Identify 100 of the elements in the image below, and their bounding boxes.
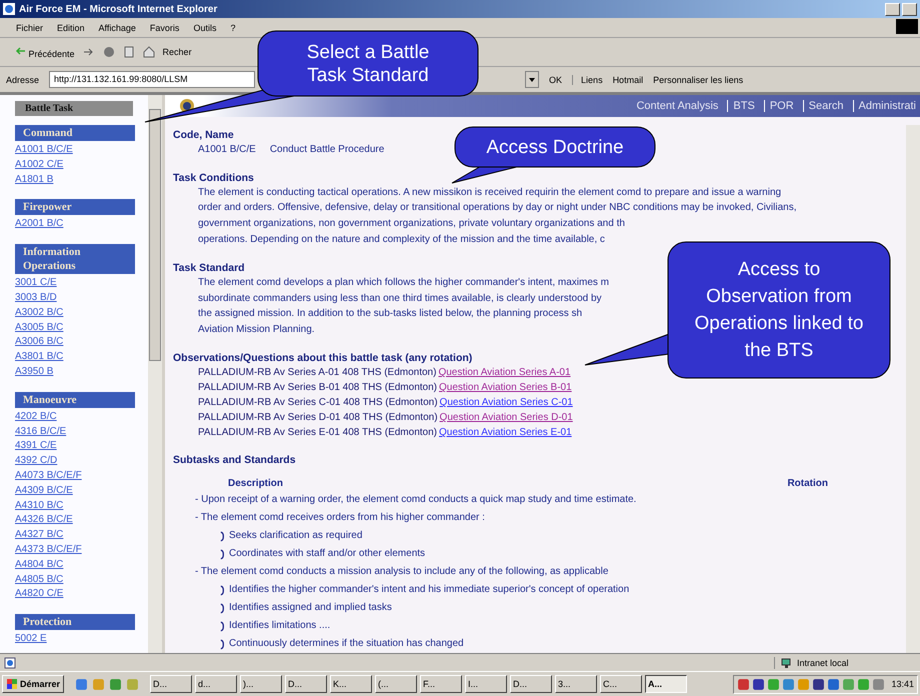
taskbar-button[interactable]: I... [465,675,508,693]
task-link[interactable]: A3005 B/C [15,320,148,336]
menu-item[interactable]: Edition [57,22,85,32]
menu-item[interactable]: ? [230,22,236,32]
task-link[interactable]: 4391 C/E [15,439,148,454]
task-link[interactable]: A3950 B [15,364,148,380]
question-link[interactable]: Question Aviation Series B-01 [439,382,572,393]
task-link[interactable]: A1801 B [15,172,148,188]
scrollbar[interactable] [148,95,162,653]
task-link[interactable]: 3003 B/D [15,290,148,306]
tray-icon[interactable] [752,678,766,690]
observation-source: PALLADIUM-RB Av Series E-01 408 THS (Edmonton) [198,427,437,438]
paragraph-line: government organizations, non government organizations, private voluntary organizations and th [198,217,625,232]
callout-text: Select a Battle Task Standard [306,40,430,86]
caret-icon [528,76,536,84]
task-link[interactable]: A4373 B/C/E/F [15,542,148,558]
category-header: Information Operations [15,244,135,274]
task-link[interactable]: A4820 C/E [15,587,148,602]
taskbar-button[interactable]: A... [645,675,688,693]
nav-link[interactable]: POR [764,100,798,112]
question-link[interactable]: Question Aviation Series C-01 [440,397,573,408]
task-link[interactable]: A1001 B/C/E [15,143,148,158]
tray-icon[interactable] [812,678,826,690]
taskbar-button[interactable]: D... [150,675,192,693]
stop-icon[interactable] [102,46,115,58]
nav-link[interactable]: Content Analysis [636,100,722,112]
task-link[interactable]: A3002 B/C [15,306,148,321]
favorite-link[interactable]: Hotmail [612,74,644,84]
address-field[interactable]: http://131.132.161.99:8080/LLSM [49,71,256,88]
start-button[interactable]: Démarrer [2,675,64,693]
task-link[interactable]: A3801 B/C [15,350,148,365]
taskbar-button[interactable]: K... [330,675,372,693]
menu-item[interactable]: Affichage [98,22,136,32]
subtask-text: Seeks clarification as required [229,529,362,543]
task-link[interactable]: A4327 B/C [15,528,148,543]
taskbar-button[interactable]: d... [195,675,238,693]
address-dropdown[interactable] [525,71,540,88]
maximize-button[interactable] [902,2,917,16]
taskbar-button[interactable]: D... [510,675,552,693]
taskbar-button[interactable]: F... [420,675,462,693]
subtask-text: - Upon receipt of a warning order, the element comd conducts a quick map study and time estimate. [195,493,636,507]
task-link[interactable]: A4804 B/C [15,558,148,573]
tray-icon[interactable] [737,678,750,690]
paragraph-line: operations. Depending on the nature and complexity of the mission and the time available, c [198,233,605,248]
taskbar-button[interactable]: )... [240,675,282,693]
forward-icon[interactable] [82,46,95,58]
go-button[interactable]: OK [549,74,562,84]
battle-task-header: Battle Task [15,101,133,116]
category-header: Command [15,125,135,141]
bullet-icon [220,638,225,650]
task-link[interactable]: A4309 B/C/E [15,484,148,499]
minimize-button[interactable] [885,2,900,16]
task-link[interactable]: A4805 B/C [15,572,148,588]
task-link[interactable]: 5002 E [15,632,148,647]
task-link[interactable]: 4202 B/C [15,410,148,425]
section-heading: Code, Name [173,128,234,142]
favorite-link[interactable]: Personnaliser les liens [653,74,744,84]
menu-item[interactable]: Fichier [16,22,44,32]
task-link[interactable]: 4392 C/D [15,454,148,469]
section-heading: Task Conditions [173,172,254,185]
task-link[interactable]: A1002 C/E [15,158,148,173]
task-link[interactable]: A4073 B/C/E/F [15,468,148,484]
taskbar-button[interactable]: C... [600,675,642,693]
observation-source: PALLADIUM-RB Av Series C-01 408 THS (Edmonton) [198,397,438,408]
nav-link[interactable]: Administrati [852,100,920,112]
question-link[interactable]: Question Aviation Series E-01 [439,427,572,438]
nav-link[interactable]: Search [802,100,848,112]
scrollbar[interactable] [906,125,920,653]
task-link[interactable]: A4326 B/C/E [15,513,148,528]
paragraph-line: The element is conducting tactical operations. A new missikon is received requirin the element comd to prepare and issue a warning [198,186,782,200]
subtask-text: Continuously determines if the situation has changed [229,637,464,651]
question-link[interactable]: Question Aviation Series D-01 [440,412,573,423]
quick-launch-icon[interactable] [92,678,106,690]
observation-source: PALLADIUM-RB Av Series A-01 408 THS (Edmonton) [198,367,436,378]
taskbar-button[interactable]: 3... [555,675,598,693]
task-link[interactable]: A4310 B/C [15,498,148,514]
subtask-text: - The element comd conducts a mission analysis to include any of the following, as applicable [195,565,608,579]
back-arrow-icon [14,45,26,57]
task-link[interactable]: A3006 B/C [15,335,148,350]
question-link[interactable]: Question Aviation Series A-01 [438,367,571,378]
address-label: Adresse [6,74,40,84]
subtask-text: Identifies limitations .... [229,619,330,633]
quick-launch-icon[interactable] [126,678,140,690]
home-icon[interactable] [142,46,155,58]
quick-launch-icon[interactable] [75,678,88,690]
paragraph-line: The element comd develops a plan which follows the higher commander's intent, maximes m [198,276,609,290]
paragraph-line: subordinate commanders using less than one third times available, is clearly understood by [198,292,602,306]
nav-link[interactable]: BTS [727,100,759,112]
task-link[interactable]: 3001 C/E [15,276,148,291]
menu-item[interactable]: Favoris [150,22,180,32]
taskbar-button[interactable]: D... [285,675,328,693]
task-code: A1001 B/C/E [198,142,256,157]
taskbar-button[interactable]: (... [375,675,418,693]
tray-icon[interactable] [827,678,840,690]
quick-launch-icon[interactable] [109,678,122,690]
task-link[interactable]: 4316 B/C/E [15,424,148,440]
search-button[interactable]: Recher [162,47,192,57]
task-link[interactable]: A2001 B/C [15,217,148,232]
back-button[interactable]: Précédente [14,45,75,59]
menu-item[interactable]: Outils [193,22,216,32]
